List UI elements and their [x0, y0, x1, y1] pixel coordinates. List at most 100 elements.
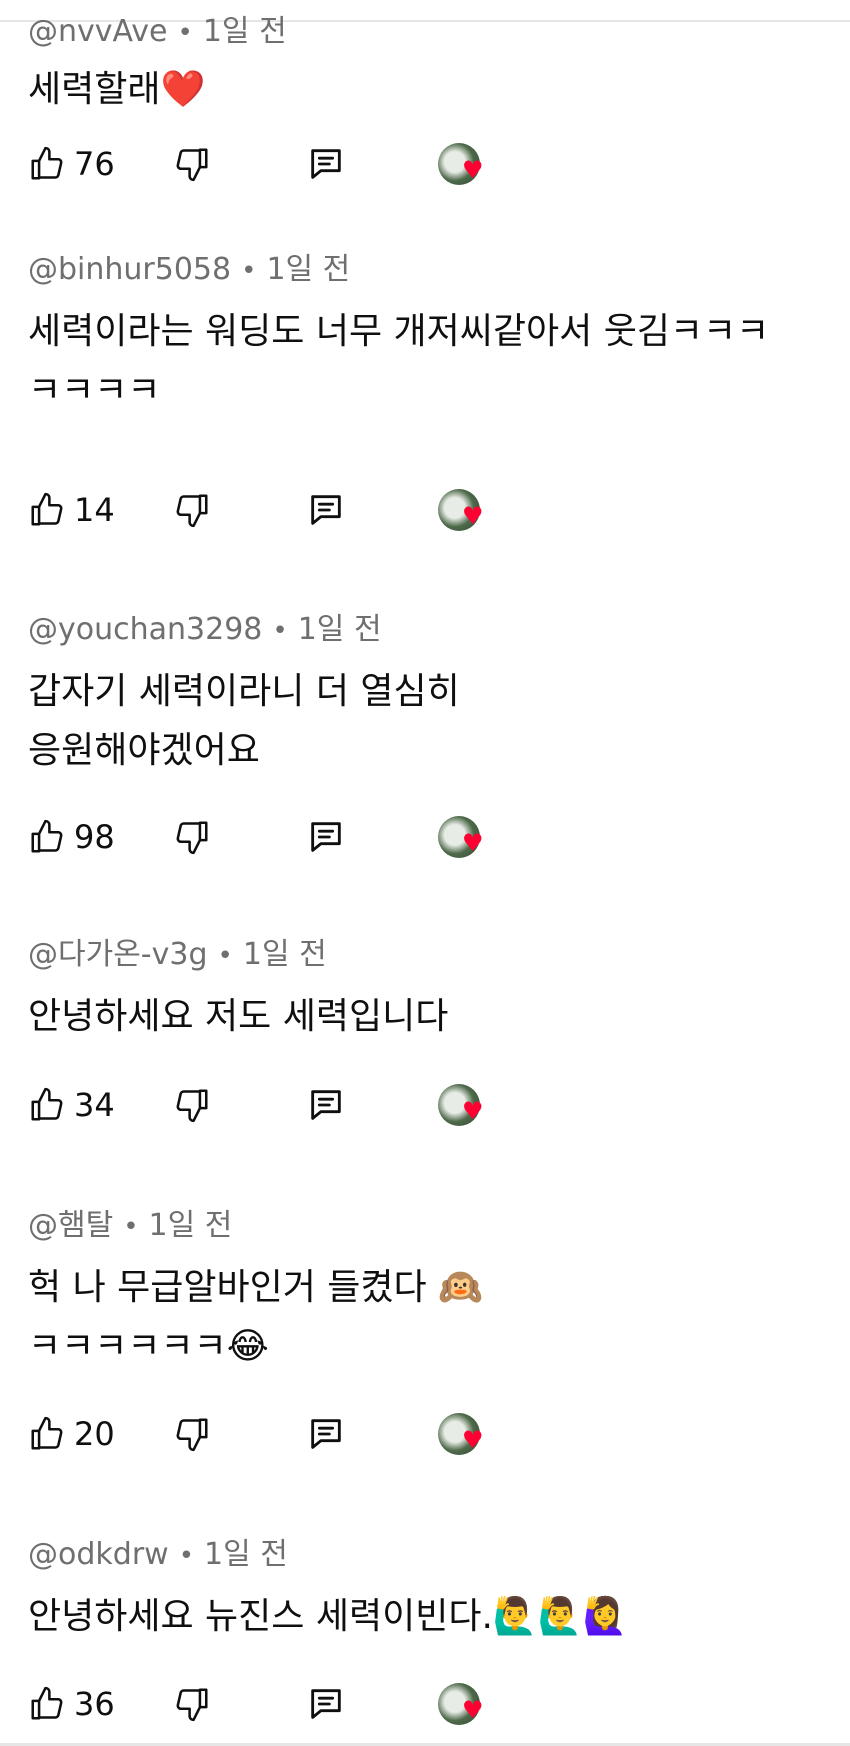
author-handle[interactable]: @nvvAve [28, 14, 168, 49]
comment-time[interactable]: 1일 전 [243, 937, 327, 972]
separator-dot: • [123, 1212, 139, 1242]
comment-text: 세력이라는 워딩도 너무 개저씨같아서 웃김ㅋㅋㅋ ㅋㅋㅋㅋ [28, 311, 770, 411]
reply-button[interactable] [306, 813, 346, 861]
comment-icon [311, 1689, 341, 1719]
comment-text: 안녕하세요 저도 세력입니다 [28, 996, 449, 1037]
thumbs-up-icon [31, 1686, 63, 1720]
raising-hand-emoji: 🙋‍♂️🙋‍♂️🙋‍♀️ [492, 1596, 628, 1637]
creator-heart: ♥ [438, 140, 494, 188]
dislike-button[interactable] [173, 140, 211, 188]
heart-icon: ♥ [462, 1696, 484, 1724]
comment-body: 세력할래 [28, 69, 161, 110]
comment-actions: 98 ♥ [28, 813, 828, 861]
separator-dot: • [177, 18, 193, 48]
comment-time[interactable]: 1일 전 [298, 612, 382, 647]
comment: @다가온-v3g • 1일 전 안녕하세요 저도 세력입니다 [28, 935, 828, 1046]
author-handle[interactable]: @youchan3298 [28, 612, 262, 647]
separator-dot: • [178, 1541, 195, 1571]
comment-time[interactable]: 1일 전 [149, 1208, 233, 1243]
reply-button[interactable] [306, 1081, 346, 1129]
comment-actions: 20 ♥ [28, 1410, 828, 1458]
comment-time[interactable]: 1일 전 [203, 14, 287, 49]
thumbs-up-icon [31, 492, 63, 526]
reply-button[interactable] [306, 1410, 346, 1458]
dislike-button[interactable] [173, 813, 211, 861]
heart-icon: ♥ [462, 1097, 484, 1125]
comment: @odkdrw • 1일 전 안녕하세요 뉴진스 세력이빈다.🙋‍♂️🙋‍♂️🙋‍♀… [28, 1535, 828, 1646]
thumbs-down-icon [176, 1418, 208, 1452]
like-button[interactable]: 36 [28, 1680, 115, 1728]
thumbs-up-icon [31, 1416, 63, 1450]
author-handle[interactable]: @햄탈 [28, 1208, 113, 1243]
dislike-button[interactable] [173, 1410, 211, 1458]
dislike-button[interactable] [173, 1081, 211, 1129]
creator-heart: ♥ [438, 1410, 494, 1458]
like-button[interactable]: 14 [28, 486, 115, 534]
comment-icon [311, 495, 341, 525]
comment-actions: 76 ♥ [28, 140, 828, 188]
author-handle[interactable]: @다가온-v3g [28, 937, 208, 972]
comment: @binhur5058 • 1일 전 세력이라는 워딩도 너무 개저씨같아서 웃김ㅋ… [28, 250, 828, 420]
comment-icon [311, 1419, 341, 1449]
heart-icon: ♥ [462, 1426, 484, 1454]
comment: @nvvAve • 1일 전 세력할래❤️ [28, 12, 828, 119]
dislike-button[interactable] [173, 486, 211, 534]
thumbs-down-icon [176, 1089, 208, 1123]
like-button[interactable]: 34 [28, 1081, 115, 1129]
thumbs-down-icon [176, 148, 208, 182]
author-handle[interactable]: @odkdrw [28, 1537, 169, 1572]
heart-icon: ♥ [462, 156, 484, 184]
comment-meta: @nvvAve • 1일 전 [28, 12, 828, 52]
comment-time[interactable]: 1일 전 [204, 1537, 288, 1572]
thumbs-down-icon [176, 821, 208, 855]
creator-heart: ♥ [438, 1081, 494, 1129]
creator-heart: ♥ [438, 813, 494, 861]
heart-icon: ♥ [462, 502, 484, 530]
comment-time[interactable]: 1일 전 [266, 252, 350, 287]
comment-meta: @binhur5058 • 1일 전 [28, 250, 828, 290]
separator-dot: • [217, 941, 233, 971]
thumbs-down-icon [176, 1688, 208, 1722]
comment-meta: @다가온-v3g • 1일 전 [28, 935, 828, 975]
heart-emoji: ❤️ [160, 69, 206, 110]
reply-button[interactable] [306, 140, 346, 188]
comment-text: 헉 나 무급알바인거 들켰다 🙉 ㅋㅋㅋㅋㅋㅋ😂 [28, 1258, 828, 1376]
thumbs-up-icon [31, 146, 63, 180]
comment-meta: @햄탈 • 1일 전 [28, 1206, 828, 1246]
comment-icon [311, 1090, 341, 1120]
heart-icon: ♥ [462, 829, 484, 857]
like-count: 34 [74, 1086, 115, 1124]
reply-button[interactable] [306, 486, 346, 534]
like-count: 36 [74, 1685, 115, 1723]
separator-dot: • [272, 616, 288, 646]
laughing-emoji: 😂 [226, 1326, 269, 1367]
comment-text: 세력할래❤️ [28, 60, 828, 119]
like-count: 20 [74, 1415, 115, 1453]
reply-button[interactable] [306, 1680, 346, 1728]
comment-text: 갑자기 세력이라니 더 열심히 응원해야겠어요 [28, 671, 460, 771]
comment: @햄탈 • 1일 전 헉 나 무급알바인거 들켰다 🙉 ㅋㅋㅋㅋㅋㅋ😂 [28, 1206, 828, 1376]
comment-actions: 36 ♥ [28, 1680, 828, 1728]
like-button[interactable]: 20 [28, 1410, 115, 1458]
comment-meta: @youchan3298 • 1일 전 [28, 610, 828, 650]
like-count: 98 [74, 818, 115, 856]
comment: @youchan3298 • 1일 전 갑자기 세력이라니 더 열심히 응원해야겠어… [28, 610, 828, 780]
comment-actions: 34 ♥ [28, 1081, 828, 1129]
comment-meta: @odkdrw • 1일 전 [28, 1535, 828, 1575]
separator-dot: • [241, 256, 257, 286]
creator-heart: ♥ [438, 486, 494, 534]
thumbs-up-icon [31, 819, 63, 853]
like-button[interactable]: 76 [28, 140, 115, 188]
like-count: 76 [74, 145, 115, 183]
like-count: 14 [74, 491, 115, 529]
comment-icon [311, 149, 341, 179]
dislike-button[interactable] [173, 1680, 211, 1728]
comment-icon [311, 822, 341, 852]
creator-heart: ♥ [438, 1680, 494, 1728]
comment-actions: 14 ♥ [28, 486, 828, 534]
comment-body: 안녕하세요 뉴진스 세력이빈다. [28, 1596, 493, 1637]
like-button[interactable]: 98 [28, 813, 115, 861]
thumbs-down-icon [176, 494, 208, 528]
author-handle[interactable]: @binhur5058 [28, 252, 231, 287]
comment-text: 안녕하세요 뉴진스 세력이빈다.🙋‍♂️🙋‍♂️🙋‍♀️ [28, 1587, 828, 1646]
